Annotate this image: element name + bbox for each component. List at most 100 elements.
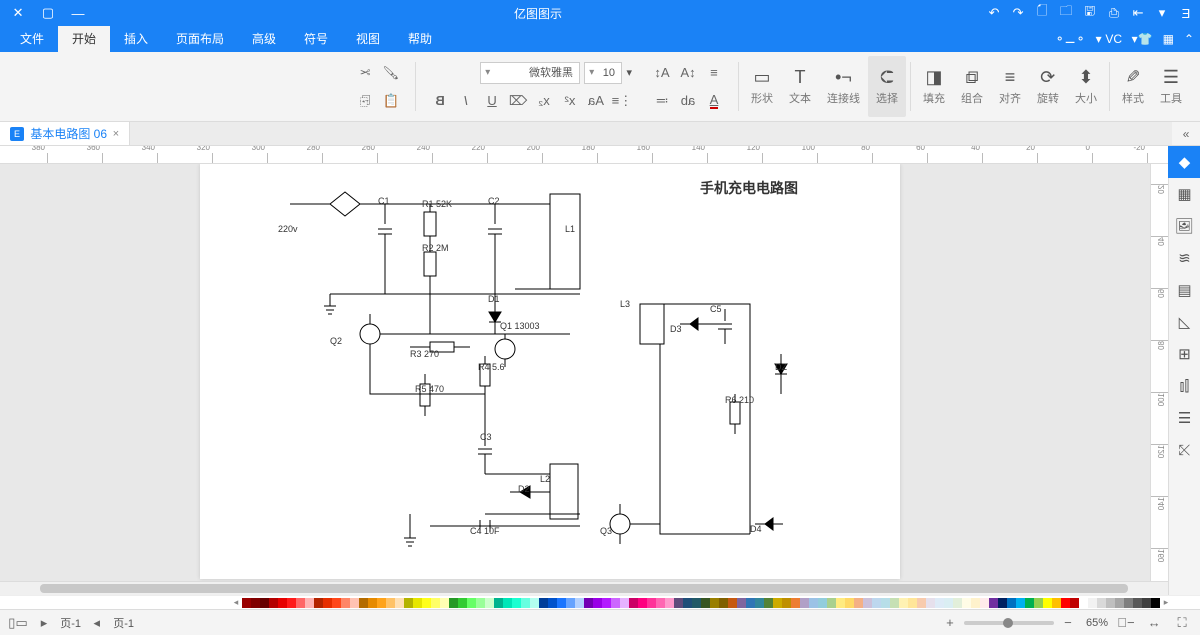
color-swatch[interactable] bbox=[305, 598, 314, 608]
color-swatch[interactable] bbox=[1106, 598, 1115, 608]
zoom-plus[interactable]: + bbox=[940, 613, 960, 633]
color-swatch[interactable] bbox=[836, 598, 845, 608]
color-swatch[interactable] bbox=[1052, 598, 1061, 608]
color-swatch[interactable] bbox=[413, 598, 422, 608]
color-swatch[interactable] bbox=[728, 598, 737, 608]
page[interactable]: 手机充电电路图 bbox=[200, 164, 900, 579]
color-swatch[interactable] bbox=[458, 598, 467, 608]
tab-view[interactable]: 视图 bbox=[342, 26, 394, 52]
strike-icon[interactable]: ab bbox=[678, 91, 698, 111]
color-swatch[interactable] bbox=[260, 598, 269, 608]
color-swatch[interactable] bbox=[638, 598, 647, 608]
tb-export-icon[interactable]: ⇥ bbox=[1130, 5, 1146, 21]
ribbon-shape[interactable]: ▭形状 bbox=[743, 56, 781, 117]
color-swatch[interactable] bbox=[764, 598, 773, 608]
palette-prev[interactable]: ◂ bbox=[1160, 597, 1172, 608]
paste-icon[interactable]: 📋 bbox=[381, 91, 401, 111]
ribbon-text[interactable]: T文本 bbox=[781, 56, 819, 117]
color-swatch[interactable] bbox=[926, 598, 935, 608]
color-swatch[interactable] bbox=[323, 598, 332, 608]
align-left-icon[interactable]: ≡ bbox=[704, 63, 724, 83]
tab-pagelayout[interactable]: 页面布局 bbox=[162, 26, 238, 52]
color-swatch[interactable] bbox=[647, 598, 656, 608]
tb-open-icon[interactable]: 🗀 bbox=[1058, 5, 1074, 21]
color-swatch[interactable] bbox=[467, 598, 476, 608]
list-icon[interactable]: ≔ bbox=[652, 91, 672, 111]
color-swatch[interactable] bbox=[422, 598, 431, 608]
tb-dropdown-icon[interactable]: ▾ bbox=[1154, 5, 1170, 21]
ribbon-tools[interactable]: ☰工具 bbox=[1152, 56, 1190, 117]
outline-panel-button[interactable]: ▤ bbox=[1169, 274, 1200, 306]
color-swatch[interactable] bbox=[701, 598, 710, 608]
color-swatch[interactable] bbox=[818, 598, 827, 608]
color-swatch[interactable] bbox=[890, 598, 899, 608]
color-swatch[interactable] bbox=[1061, 598, 1070, 608]
color-swatch[interactable] bbox=[350, 598, 359, 608]
color-swatch[interactable] bbox=[809, 598, 818, 608]
text-size-icon[interactable]: A↕ bbox=[652, 63, 672, 83]
color-swatch[interactable] bbox=[908, 598, 917, 608]
case-icon[interactable]: Aa bbox=[586, 91, 606, 111]
color-swatch[interactable] bbox=[863, 598, 872, 608]
color-swatch[interactable] bbox=[791, 598, 800, 608]
color-swatch[interactable] bbox=[575, 598, 584, 608]
table-panel-button[interactable]: ⊞ bbox=[1169, 338, 1200, 370]
color-swatch[interactable] bbox=[719, 598, 728, 608]
color-swatch[interactable] bbox=[665, 598, 674, 608]
color-swatch[interactable] bbox=[980, 598, 989, 608]
menu-chevron-icon[interactable]: ⌃ bbox=[1184, 32, 1194, 46]
menu-share-icon[interactable]: ⚬⚊⚬ bbox=[1055, 32, 1086, 46]
color-swatch[interactable] bbox=[548, 598, 557, 608]
color-swatch[interactable] bbox=[521, 598, 530, 608]
color-swatch[interactable] bbox=[530, 598, 539, 608]
close-button[interactable]: ✕ bbox=[6, 1, 30, 25]
color-swatch[interactable] bbox=[1133, 598, 1142, 608]
color-swatch[interactable] bbox=[242, 598, 251, 608]
color-swatch[interactable] bbox=[449, 598, 458, 608]
color-swatch[interactable] bbox=[746, 598, 755, 608]
color-swatch[interactable] bbox=[755, 598, 764, 608]
color-swatch[interactable] bbox=[899, 598, 908, 608]
fit-page-icon[interactable]: ⛶ bbox=[1172, 613, 1192, 633]
color-swatch[interactable] bbox=[710, 598, 719, 608]
stat-panel-button[interactable]: ⫿⫾ bbox=[1169, 370, 1200, 402]
random-panel-button[interactable]: ⤨ bbox=[1169, 434, 1200, 466]
color-swatch[interactable] bbox=[854, 598, 863, 608]
sub-icon[interactable]: x₂ bbox=[534, 91, 554, 111]
text-height-icon[interactable]: ↕A bbox=[678, 63, 698, 83]
image-panel-button[interactable]: 🖼 bbox=[1169, 210, 1200, 242]
color-swatch[interactable] bbox=[881, 598, 890, 608]
italic-icon[interactable]: I bbox=[456, 91, 476, 111]
color-swatch[interactable] bbox=[620, 598, 629, 608]
color-swatch[interactable] bbox=[476, 598, 485, 608]
tab-start[interactable]: 开始 bbox=[58, 26, 110, 52]
cut-icon[interactable]: ✂ bbox=[355, 63, 375, 83]
color-swatch[interactable] bbox=[1034, 598, 1043, 608]
color-swatch[interactable] bbox=[611, 598, 620, 608]
color-swatch[interactable] bbox=[602, 598, 611, 608]
panel-collapse-button[interactable]: » bbox=[1172, 122, 1200, 145]
color-swatch[interactable] bbox=[971, 598, 980, 608]
zoom-minus[interactable]: − bbox=[1058, 613, 1078, 633]
color-swatch[interactable] bbox=[593, 598, 602, 608]
doc-tab-close-icon[interactable]: × bbox=[113, 128, 119, 140]
tb-redo-icon[interactable]: ↷ bbox=[986, 5, 1002, 21]
ribbon-style[interactable]: ✎样式 bbox=[1114, 56, 1152, 117]
color-swatch[interactable] bbox=[1142, 598, 1151, 608]
copy-icon[interactable]: ⎘ bbox=[355, 91, 375, 111]
zoom-slider[interactable] bbox=[964, 621, 1054, 625]
clear-format-icon[interactable]: ⌫ bbox=[508, 91, 528, 111]
ribbon-align[interactable]: ≡对齐 bbox=[991, 56, 1029, 117]
color-swatch[interactable] bbox=[872, 598, 881, 608]
color-swatch[interactable] bbox=[269, 598, 278, 608]
color-swatch[interactable] bbox=[629, 598, 638, 608]
color-swatch[interactable] bbox=[386, 598, 395, 608]
color-swatch[interactable] bbox=[503, 598, 512, 608]
color-swatch[interactable] bbox=[845, 598, 854, 608]
color-swatch[interactable] bbox=[683, 598, 692, 608]
color-swatch[interactable] bbox=[251, 598, 260, 608]
color-swatch[interactable] bbox=[782, 598, 791, 608]
color-swatch[interactable] bbox=[827, 598, 836, 608]
bullets-icon[interactable]: ⋮≡ bbox=[612, 91, 632, 111]
color-swatch[interactable] bbox=[557, 598, 566, 608]
